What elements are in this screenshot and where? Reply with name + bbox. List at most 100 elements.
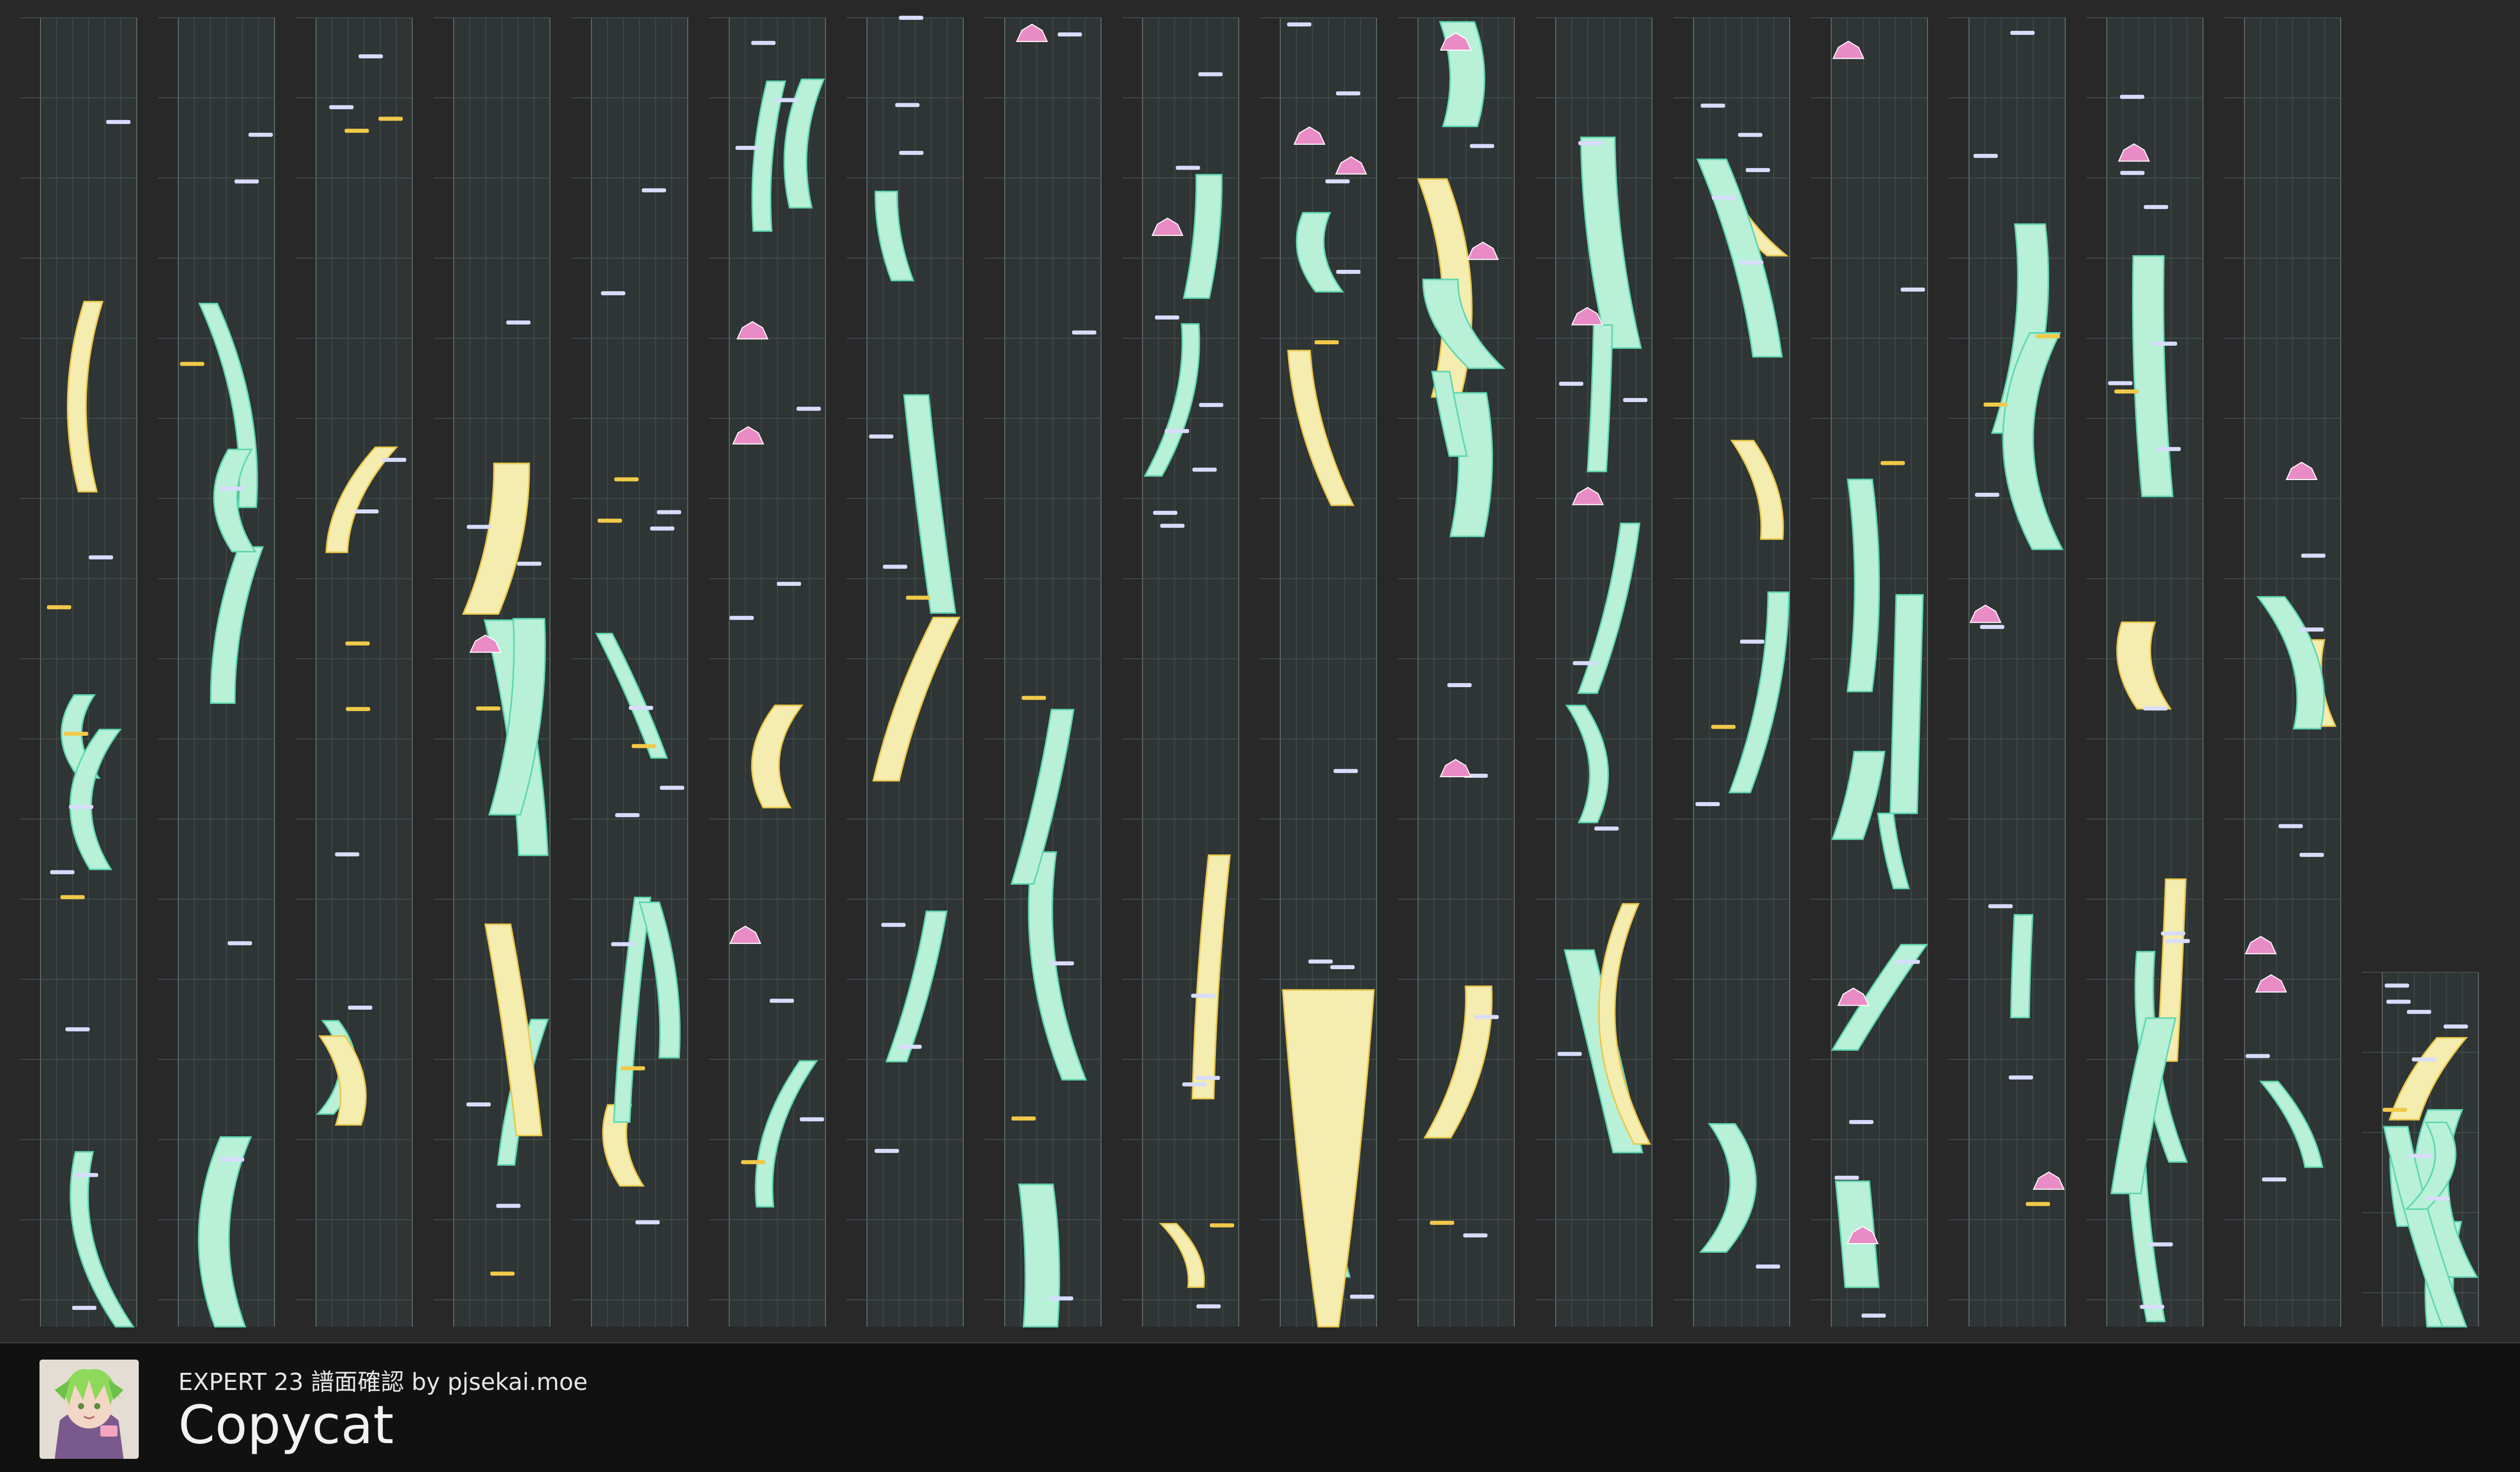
critical-tap-note: [476, 706, 501, 711]
tap-note: [657, 510, 682, 514]
tap-note: [1901, 287, 1925, 292]
critical-tap-note: [2026, 1202, 2051, 1206]
tap-note: [106, 120, 131, 124]
tap-note: [359, 54, 383, 59]
tap-note: [1594, 826, 1619, 831]
tap-note: [382, 458, 407, 462]
tap-note: [1336, 269, 1361, 274]
tap-note: [1175, 166, 1200, 170]
tap-note: [615, 813, 640, 817]
tap-note: [660, 785, 685, 790]
tap-note: [1578, 141, 1603, 145]
tap-note: [1712, 195, 1737, 200]
tap-note: [1049, 961, 1074, 966]
critical-tap-note: [2114, 389, 2139, 394]
tap-note: [1975, 493, 1999, 497]
tap-note: [2144, 205, 2169, 209]
tap-note: [1756, 1264, 1781, 1269]
critical-tap-note: [47, 605, 71, 610]
difficulty-subtitle: EXPERT 23 譜面確認 by pjsekai.moe: [178, 1368, 588, 1396]
critical-tap-note: [905, 595, 930, 600]
tap-note: [1463, 1233, 1488, 1238]
tap-note: [895, 103, 920, 107]
tap-note: [1746, 168, 1770, 172]
tap-note: [65, 1027, 90, 1031]
tap-note: [329, 105, 354, 109]
tap-note: [1980, 625, 2004, 629]
tap-note: [69, 805, 94, 809]
tap-note: [1333, 769, 1358, 773]
tap-note: [335, 852, 360, 857]
critical-tap-note: [1983, 403, 2008, 407]
tap-note: [1973, 153, 1998, 158]
tap-note: [2246, 1054, 2270, 1058]
tap-note: [2120, 171, 2145, 175]
tap-note: [1559, 381, 1584, 386]
tap-note: [2386, 1000, 2411, 1004]
tap-note: [774, 98, 799, 102]
hold-note: [1889, 594, 1924, 814]
tap-note: [2108, 381, 2133, 385]
tap-note: [1160, 524, 1185, 528]
tap-note: [2278, 824, 2303, 828]
critical-tap-note: [2383, 1107, 2408, 1112]
tap-note: [1182, 1082, 1207, 1087]
tap-note: [1287, 22, 1312, 27]
hold-note: [2010, 914, 2034, 1018]
tap-note: [1572, 661, 1597, 665]
tap-note: [751, 41, 776, 45]
character-jacket-icon: [40, 1360, 139, 1459]
tap-note: [1988, 904, 2013, 908]
tap-note: [1739, 260, 1764, 265]
tap-note: [1165, 429, 1190, 433]
tap-note: [628, 706, 653, 710]
critical-tap-note: [345, 641, 370, 646]
tap-note: [729, 616, 754, 620]
tap-note: [2412, 1057, 2436, 1062]
critical-tap-note: [1711, 725, 1736, 729]
tap-note: [1153, 510, 1177, 515]
critical-tap-note: [1880, 461, 1905, 465]
tap-note: [220, 1157, 245, 1162]
tap-note: [2161, 931, 2186, 936]
tap-note: [348, 1006, 373, 1010]
critical-tap-note: [346, 707, 371, 711]
tap-note: [2384, 983, 2409, 988]
tap-note: [650, 526, 675, 531]
tap-note: [517, 562, 542, 566]
tap-note: [2299, 627, 2324, 632]
tap-note: [2140, 1304, 2164, 1309]
tap-note: [2444, 1024, 2468, 1029]
tap-note: [1350, 1294, 1374, 1299]
tap-note: [466, 1102, 491, 1107]
tap-note: [2152, 341, 2177, 346]
tap-note: [800, 1117, 824, 1122]
critical-tap-note: [60, 895, 85, 899]
tap-note: [1738, 133, 1762, 137]
tap-note: [635, 1220, 660, 1224]
critical-tap-note: [490, 1271, 515, 1276]
critical-tap-note: [1314, 340, 1339, 344]
tap-note: [1198, 72, 1223, 76]
tap-note: [1057, 32, 1082, 36]
song-title: Copycat: [178, 1394, 394, 1456]
chart-notes-canvas: [20, 16, 2479, 1328]
tap-note: [1474, 1015, 1499, 1019]
tap-note: [227, 941, 252, 945]
critical-tap-note: [1430, 1220, 1454, 1225]
tap-note: [776, 581, 801, 586]
tap-note: [248, 133, 273, 137]
tap-note: [89, 555, 113, 560]
tap-note: [2165, 939, 2190, 943]
tap-note: [2425, 1197, 2450, 1201]
tap-note: [1155, 315, 1179, 320]
tap-note: [869, 434, 894, 439]
tap-note: [496, 1204, 521, 1208]
tap-note: [1308, 959, 1333, 964]
tap-note: [1199, 403, 1224, 407]
tap-note: [354, 509, 379, 514]
tap-note: [1623, 398, 1648, 403]
chart-preview-area: [0, 0, 2520, 1342]
tap-note: [1330, 965, 1355, 970]
critical-tap-note: [620, 1066, 645, 1070]
